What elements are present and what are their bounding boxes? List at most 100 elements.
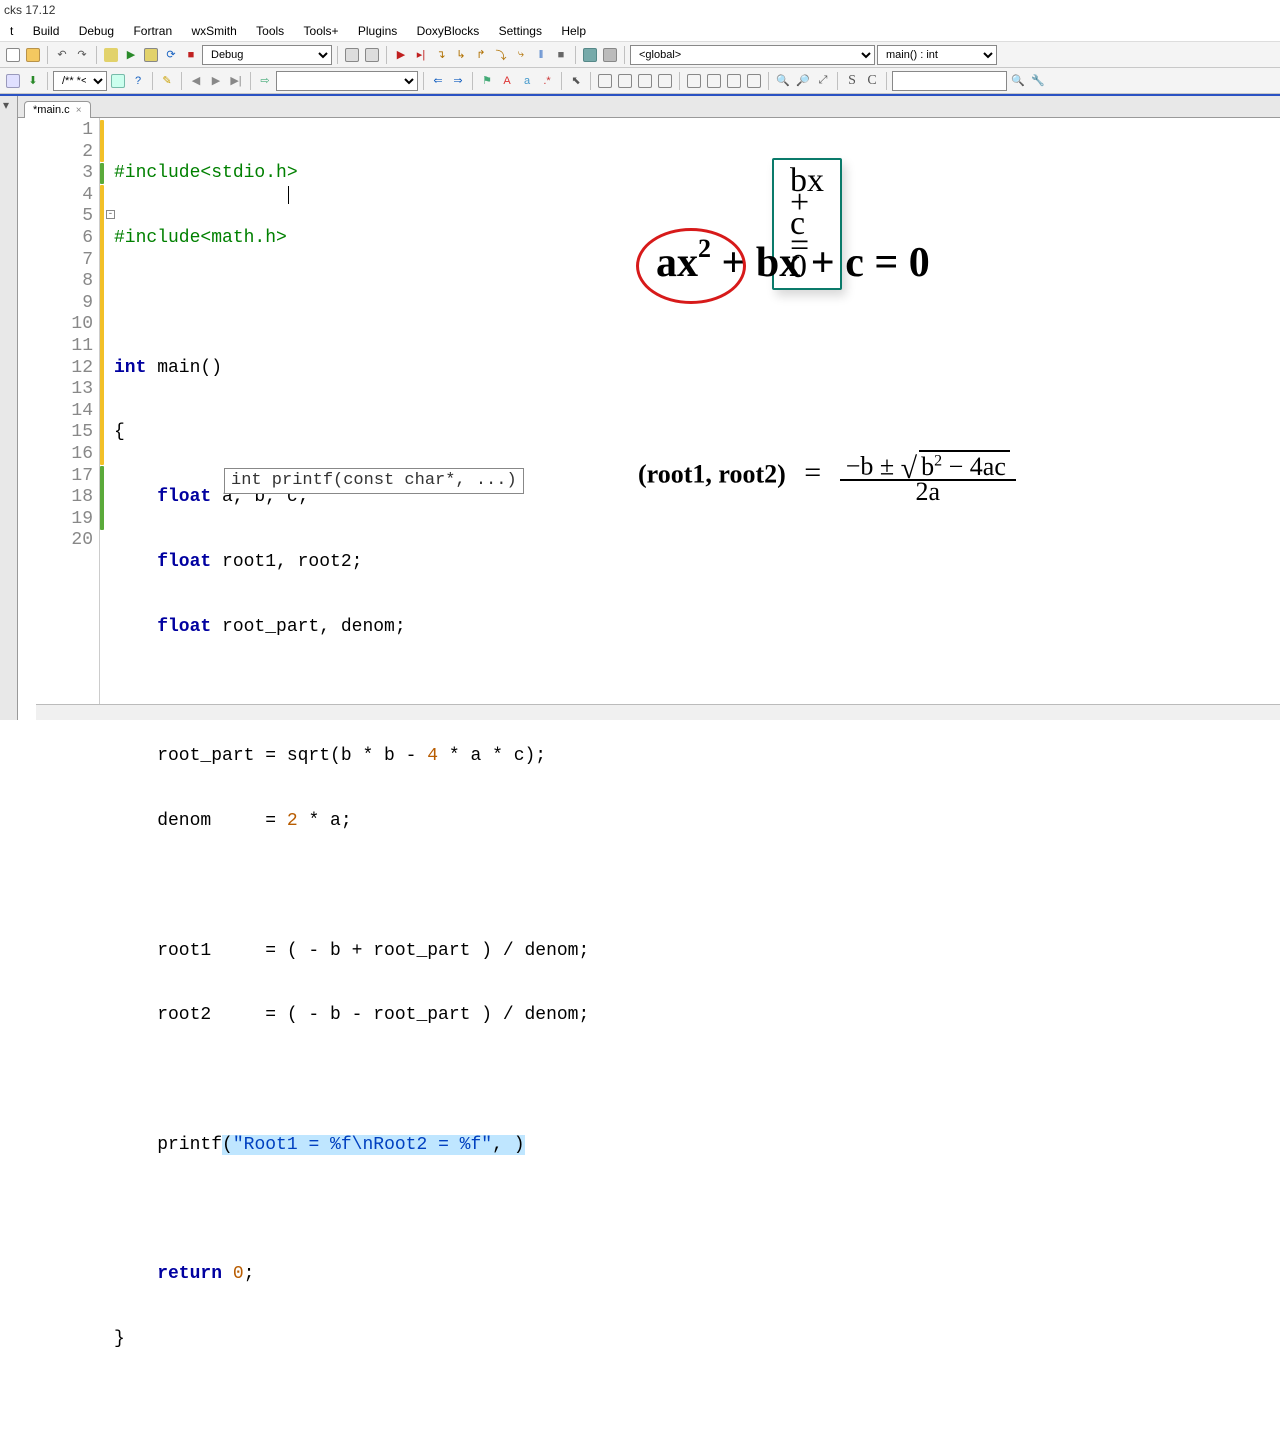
highlight-icon[interactable]: ✎	[158, 72, 176, 90]
step-into-instr-icon[interactable]: ⤷	[512, 46, 530, 64]
separator	[181, 72, 182, 90]
forward-icon[interactable]: ⇒	[449, 72, 467, 90]
nav-last-icon[interactable]: ▶|	[227, 72, 245, 90]
text-icon[interactable]: A	[498, 72, 516, 90]
help-icon[interactable]: ?	[129, 72, 147, 90]
menu-item[interactable]: DoxyBlocks	[409, 20, 488, 42]
step-next-icon[interactable]: ↴	[432, 46, 450, 64]
build-run-icon[interactable]	[142, 46, 160, 64]
separator	[561, 72, 562, 90]
nav-fwd-icon[interactable]: ▶	[207, 72, 225, 90]
search-input[interactable]	[892, 71, 1007, 91]
run-icon[interactable]: ▶	[122, 46, 140, 64]
jump-icon[interactable]: ⇨	[256, 72, 274, 90]
menu-item[interactable]: Help	[553, 20, 594, 42]
zoom-reset-icon[interactable]: ⤢	[814, 72, 832, 90]
menu-item[interactable]: Plugins	[350, 20, 405, 42]
separator	[837, 72, 838, 90]
layout-icon[interactable]	[616, 72, 634, 90]
clear-icon[interactable]: a	[518, 72, 536, 90]
menu-item[interactable]: wxSmith	[183, 20, 244, 42]
file-tab[interactable]: *main.c ×	[24, 101, 91, 118]
debug-run-icon[interactable]: ▶	[392, 46, 410, 64]
title-bar: cks 17.12	[0, 0, 1280, 20]
open-folder-icon[interactable]	[24, 46, 42, 64]
step-instr-icon[interactable]: ⤵	[492, 46, 510, 64]
close-icon[interactable]: ×	[76, 105, 82, 116]
roots-formula: (root1, root2) = −b ± √b2 − 4ac 2a	[638, 450, 1016, 503]
layout-icon[interactable]	[745, 72, 763, 90]
menu-item[interactable]: Tools	[248, 20, 292, 42]
separator	[337, 46, 338, 64]
workspace: ▾ *main.c × 12 34 56 78 910 1112 1314 15…	[0, 94, 1280, 720]
separator	[152, 72, 153, 90]
zoom-in-icon[interactable]: 🔍	[774, 72, 792, 90]
horizontal-scrollbar[interactable]	[36, 704, 1280, 720]
text-cursor	[288, 186, 289, 204]
jump-select[interactable]	[276, 71, 418, 91]
layout-icon[interactable]	[656, 72, 674, 90]
layout-icon[interactable]	[685, 72, 703, 90]
rebuild-icon[interactable]: ⟳	[162, 46, 180, 64]
back-icon[interactable]: ⇐	[429, 72, 447, 90]
run-to-cursor-icon[interactable]: ▸|	[412, 46, 430, 64]
separator	[886, 72, 887, 90]
toolbar-icon[interactable]: ⬇	[24, 72, 42, 90]
line-gutter: 12 34 56 78 910 1112 1314 1516 1718 1920	[18, 118, 100, 720]
stop-debug-icon[interactable]: ■	[552, 46, 570, 64]
code-area[interactable]: #include<stdio.h> #include<math.h> int m…	[114, 120, 1280, 1440]
s-button[interactable]: S	[843, 72, 861, 90]
menu-item[interactable]: Build	[25, 20, 68, 42]
stop-icon[interactable]: ■	[182, 46, 200, 64]
build-icon[interactable]	[102, 46, 120, 64]
menu-item[interactable]: Fortran	[125, 20, 180, 42]
change-markers	[100, 118, 106, 720]
search-icon[interactable]: 🔍	[1009, 72, 1027, 90]
toolbar-secondary: ⬇ /** *< ? ✎ ◀ ▶ ▶| ⇨ ⇐ ⇒ ⚑ A a .* ⬉ 🔍 🔎…	[0, 68, 1280, 94]
menu-item[interactable]: Tools+	[296, 20, 347, 42]
zoom-out-icon[interactable]: 🔎	[794, 72, 812, 90]
doxygen-icon[interactable]	[109, 72, 127, 90]
comment-style-select[interactable]: /** *<	[53, 71, 107, 91]
layout-icon[interactable]	[705, 72, 723, 90]
menu-item[interactable]: Settings	[491, 20, 550, 42]
param-hint-tooltip: int printf(const char*, ...)	[224, 468, 524, 494]
options-icon[interactable]: 🔧	[1029, 72, 1047, 90]
separator	[423, 72, 424, 90]
red-circle-highlight	[636, 228, 746, 304]
toolbar-icon[interactable]	[363, 46, 381, 64]
code-editor[interactable]: 12 34 56 78 910 1112 1314 1516 1718 1920…	[18, 118, 1280, 720]
debug-windows-icon[interactable]	[581, 46, 599, 64]
layout-icon[interactable]	[596, 72, 614, 90]
redo-icon[interactable]: ↷	[73, 46, 91, 64]
info-icon[interactable]	[601, 46, 619, 64]
toolbar-icon[interactable]	[343, 46, 361, 64]
c-button[interactable]: C	[863, 72, 881, 90]
separator	[590, 72, 591, 90]
separator	[386, 46, 387, 64]
toolbar-icon[interactable]	[4, 72, 22, 90]
function-select[interactable]: main() : int	[877, 45, 997, 65]
separator	[679, 72, 680, 90]
scope-select[interactable]: <global>	[630, 45, 875, 65]
marker-icon[interactable]: ⚑	[478, 72, 496, 90]
step-out-icon[interactable]: ↱	[472, 46, 490, 64]
menu-item[interactable]: Debug	[71, 20, 122, 42]
layout-icon[interactable]	[636, 72, 654, 90]
new-file-icon[interactable]	[4, 46, 22, 64]
undo-icon[interactable]: ↶	[53, 46, 71, 64]
toolbar-main: ↶ ↷ ▶ ⟳ ■ Debug ▶ ▸| ↴ ↳ ↱ ⤵ ⤷ ‖ ■ <glob…	[0, 42, 1280, 68]
separator	[768, 72, 769, 90]
menu-item[interactable]: t	[2, 20, 21, 42]
layout-icon[interactable]	[725, 72, 743, 90]
chevron-down-icon[interactable]: ▾	[3, 98, 9, 112]
select-icon[interactable]: ⬉	[567, 72, 585, 90]
step-into-icon[interactable]: ↳	[452, 46, 470, 64]
break-icon[interactable]: ‖	[532, 46, 550, 64]
build-target-select[interactable]: Debug	[202, 45, 332, 65]
separator	[47, 46, 48, 64]
tab-label: *main.c	[33, 104, 70, 116]
regex-icon[interactable]: .*	[538, 72, 556, 90]
separator	[624, 46, 625, 64]
nav-back-icon[interactable]: ◀	[187, 72, 205, 90]
